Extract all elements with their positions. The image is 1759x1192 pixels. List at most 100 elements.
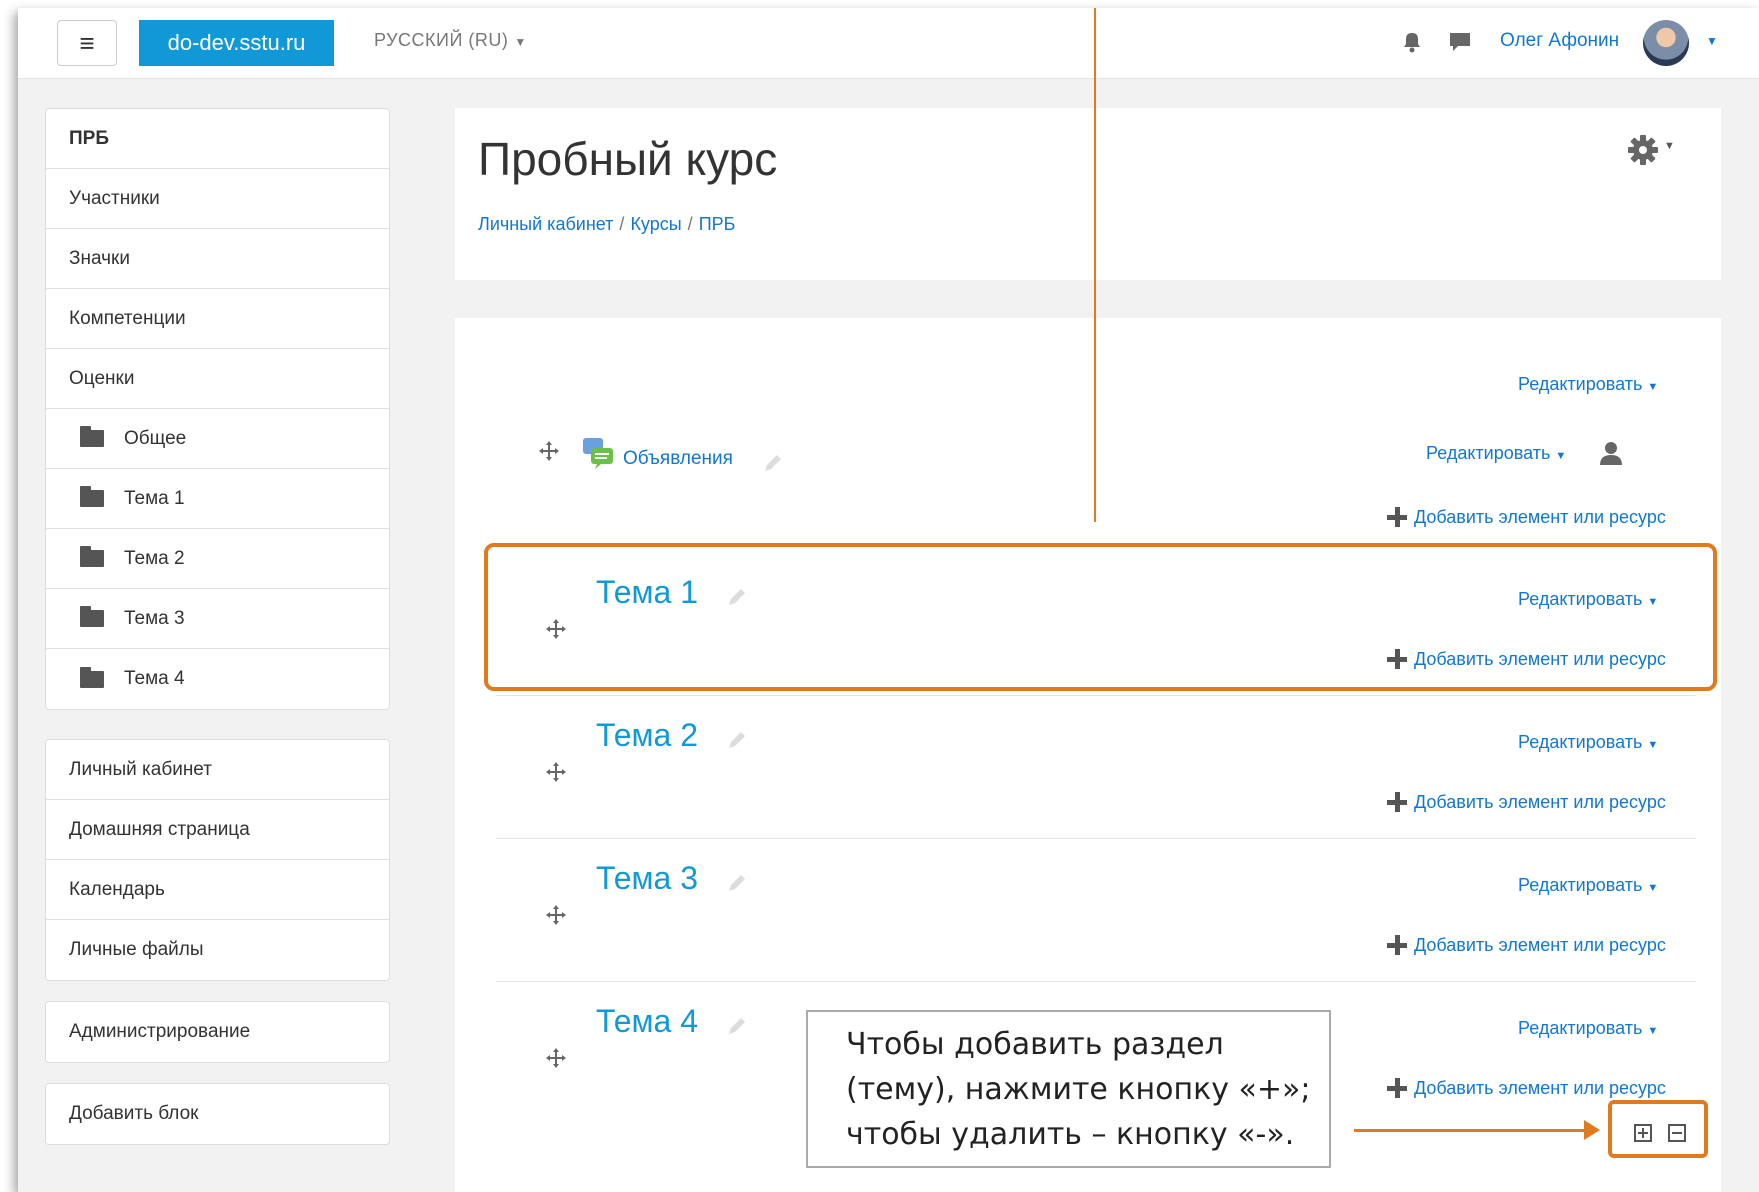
section-divider xyxy=(496,838,1696,839)
topic-title-3[interactable]: Тема 3 xyxy=(596,860,698,897)
nav-label: Тема 3 xyxy=(124,607,185,629)
folder-icon xyxy=(80,666,104,688)
browser-frame: ≡ do-dev.sstu.ru РУССКИЙ (RU) ▼ Олег Афон… xyxy=(18,8,1759,1192)
nav-item-badges[interactable]: Значки xyxy=(46,229,389,289)
move-icon[interactable] xyxy=(545,1047,567,1069)
add-activity-general[interactable]: Добавить элемент или ресурс xyxy=(1386,506,1666,528)
nav-label: Значки xyxy=(69,247,130,269)
add-activity-topic-3[interactable]: Добавить элемент или ресурс xyxy=(1386,934,1666,956)
breadcrumb: Личный кабинет / Курсы / ПРБ xyxy=(478,214,735,235)
instruction-line-2: (тему), нажмите кнопку «+»; xyxy=(846,1072,1311,1107)
add-label: Добавить элемент или ресурс xyxy=(1414,1077,1666,1098)
nav-label: Добавить блок xyxy=(69,1103,199,1124)
plus-icon xyxy=(1386,791,1408,813)
add-label: Добавить элемент или ресурс xyxy=(1414,934,1666,955)
section-divider xyxy=(496,695,1696,696)
nav-label: ПРБ xyxy=(69,127,109,149)
nav-label: Домашняя страница xyxy=(69,818,250,840)
nav-item-calendar[interactable]: Календарь xyxy=(46,860,389,920)
nav-label: Администрирование xyxy=(69,1021,251,1042)
pencil-icon[interactable] xyxy=(726,729,748,751)
add-activity-topic-2[interactable]: Добавить элемент или ресурс xyxy=(1386,791,1666,813)
nav-item-topic-3[interactable]: Тема 3 xyxy=(46,589,389,649)
edit-forum[interactable]: Редактировать ▼ xyxy=(1426,443,1566,464)
edit-topic-2[interactable]: Редактировать ▼ xyxy=(1518,732,1658,753)
breadcrumb-courses[interactable]: Курсы xyxy=(630,214,681,234)
nav-item-administration[interactable]: Администрирование xyxy=(46,1002,389,1062)
caret-down-icon: ▼ xyxy=(1647,739,1659,751)
add-block-item[interactable]: Добавить блок xyxy=(46,1084,389,1144)
breadcrumb-dashboard[interactable]: Личный кабинет xyxy=(478,214,613,234)
nav-item-topic-2[interactable]: Тема 2 xyxy=(46,529,389,589)
topic-1-highlight xyxy=(484,543,1717,691)
remove-section-button[interactable] xyxy=(1668,1124,1686,1142)
edit-label: Редактировать xyxy=(1518,875,1643,895)
edit-label: Редактировать xyxy=(1518,1018,1643,1038)
pencil-icon[interactable] xyxy=(726,872,748,894)
person-icon[interactable] xyxy=(1598,440,1624,466)
gear-caret-icon[interactable]: ▼ xyxy=(1664,140,1675,152)
edit-label: Редактировать xyxy=(1518,732,1643,752)
hamburger-icon[interactable]: ≡ xyxy=(57,20,117,66)
move-icon[interactable] xyxy=(538,440,560,462)
add-label: Добавить элемент или ресурс xyxy=(1414,791,1666,812)
edit-topic-4[interactable]: Редактировать ▼ xyxy=(1518,1018,1658,1039)
edit-topic-3[interactable]: Редактировать ▼ xyxy=(1518,875,1658,896)
nav-item-topic-1[interactable]: Тема 1 xyxy=(46,469,389,529)
nav-item-grades[interactable]: Оценки xyxy=(46,349,389,409)
edit-label: Редактировать xyxy=(1426,443,1551,463)
edit-general-section[interactable]: Редактировать ▼ xyxy=(1518,374,1658,395)
nav-label: Тема 1 xyxy=(124,487,185,509)
page-title: Пробный курс xyxy=(478,133,778,185)
user-name[interactable]: Олег Афонин xyxy=(1500,30,1619,52)
move-icon[interactable] xyxy=(545,904,567,926)
breadcrumb-course[interactable]: ПРБ xyxy=(699,214,736,234)
nav-label: Оценки xyxy=(69,367,135,389)
caret-down-icon: ▼ xyxy=(1647,1025,1659,1037)
add-label: Добавить элемент или ресурс xyxy=(1414,506,1666,527)
site-brand[interactable]: do-dev.sstu.ru xyxy=(139,20,334,66)
move-icon[interactable] xyxy=(545,761,567,783)
add-activity-topic-4[interactable]: Добавить элемент или ресурс xyxy=(1386,1077,1666,1099)
caret-down-icon: ▼ xyxy=(1555,450,1567,462)
pencil-icon[interactable] xyxy=(762,452,784,474)
edit-label: Редактировать xyxy=(1518,374,1643,394)
language-selector[interactable]: РУССКИЙ (RU) ▼ xyxy=(374,30,527,51)
nav-item-participants[interactable]: Участники xyxy=(46,169,389,229)
chat-icon[interactable] xyxy=(1446,28,1474,56)
plus-v xyxy=(1642,1128,1644,1138)
forum-link[interactable]: Объявления xyxy=(623,448,733,470)
nav-item-private-files[interactable]: Личные файлы xyxy=(46,920,389,980)
topic-title-4[interactable]: Тема 4 xyxy=(596,1003,698,1040)
forum-icon xyxy=(583,438,613,469)
pencil-icon[interactable] xyxy=(726,1015,748,1037)
plus-icon xyxy=(1386,506,1408,528)
topic-title-2[interactable]: Тема 2 xyxy=(596,717,698,754)
nav-item-general[interactable]: Общее xyxy=(46,409,389,469)
nav-item-competencies[interactable]: Компетенции xyxy=(46,289,389,349)
avatar[interactable] xyxy=(1643,20,1689,66)
plus-icon xyxy=(1386,1077,1408,1099)
folder-icon xyxy=(80,426,104,447)
folder-icon xyxy=(80,546,104,567)
user-menu-caret-icon[interactable]: ▼ xyxy=(1706,34,1718,48)
nav-item-course[interactable]: ПРБ xyxy=(46,109,389,169)
section-controls xyxy=(1608,1100,1708,1158)
site-nav-block: Личный кабинет Домашняя страница Календа… xyxy=(45,739,390,981)
nav-item-topic-4[interactable]: Тема 4 xyxy=(46,649,389,709)
nav-label: Компетенции xyxy=(69,307,186,329)
nav-label: Тема 4 xyxy=(124,668,185,689)
nav-item-home[interactable]: Домашняя страница xyxy=(46,800,389,860)
nav-label: Личные файлы xyxy=(69,939,204,960)
nav-item-dashboard[interactable]: Личный кабинет xyxy=(46,740,389,800)
language-label: РУССКИЙ (RU) xyxy=(374,30,509,50)
minus-h xyxy=(1672,1132,1682,1134)
add-section-button[interactable] xyxy=(1634,1124,1652,1142)
plus-icon xyxy=(1386,934,1408,956)
bell-icon[interactable] xyxy=(1398,28,1426,56)
gear-icon[interactable] xyxy=(1626,133,1660,167)
breadcrumb-separator: / xyxy=(619,214,625,234)
caret-down-icon: ▼ xyxy=(1647,381,1659,393)
folder-icon xyxy=(80,486,104,507)
instruction-callout: Чтобы добавить раздел (тему), нажмите кн… xyxy=(806,1010,1331,1168)
